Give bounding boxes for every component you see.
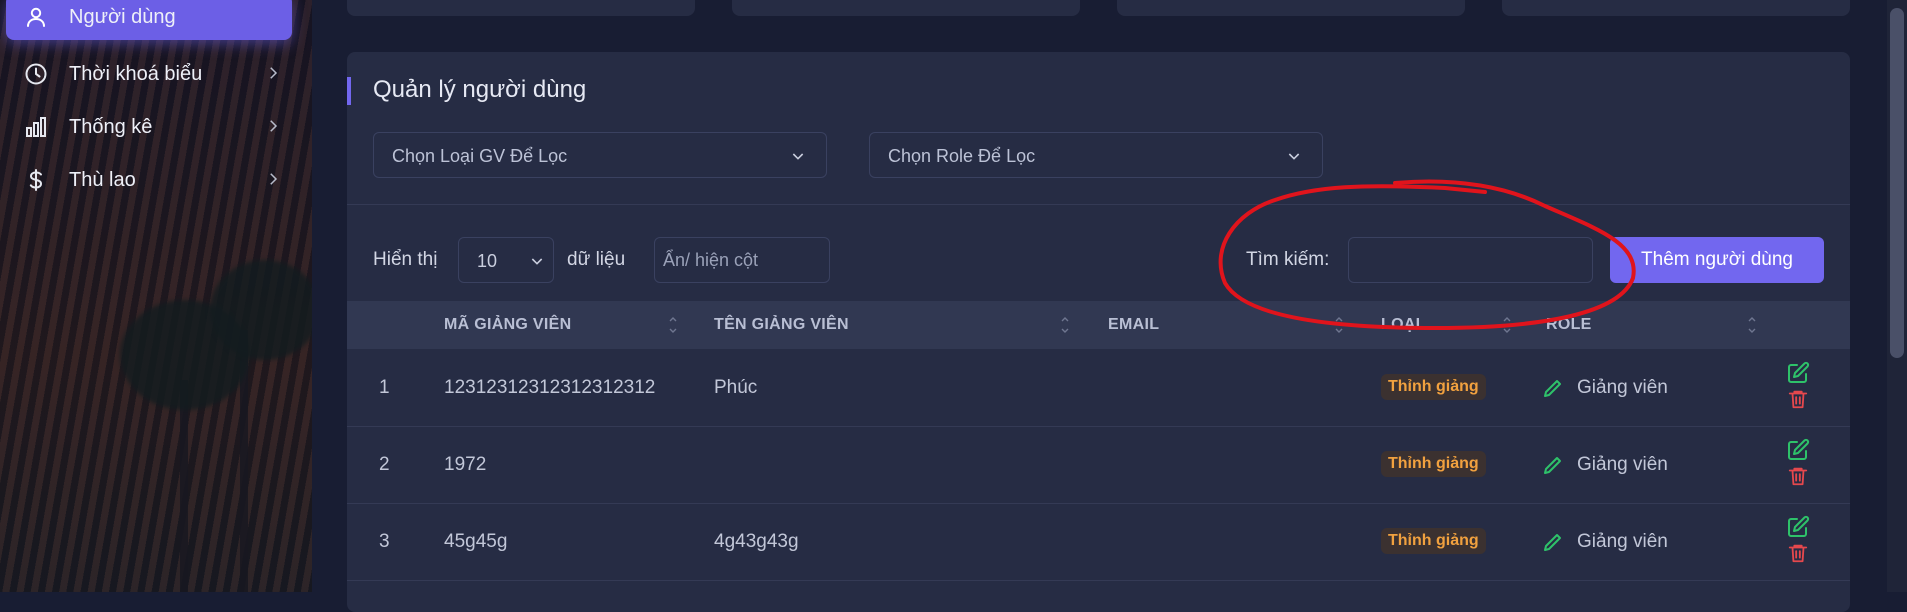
- chevron-down-icon: [1288, 153, 1300, 160]
- clock-icon: [25, 63, 47, 85]
- sidebar-item-schedule[interactable]: Thời khoá biểu: [6, 51, 292, 97]
- column-header-name[interactable]: TÊN GIẢNG VIÊN: [714, 316, 849, 334]
- table-row: 3 45g45g 4g43g43g Thỉnh giảng Giảng viên: [347, 503, 1850, 581]
- pencil-icon: [1544, 457, 1561, 474]
- sidebar-item-label: Người dùng: [69, 5, 176, 28]
- trash-icon[interactable]: [1787, 541, 1809, 565]
- row-index: 2: [379, 454, 390, 475]
- divider: [347, 204, 1850, 205]
- column-toggle-button[interactable]: Ẩn/ hiện cột: [654, 237, 830, 283]
- stat-card: [1117, 0, 1465, 16]
- role-filter-placeholder: Chọn Role Để Lọc: [888, 146, 1036, 166]
- table-row: 1 12312312312312312312 Phúc Thỉnh giảng …: [347, 349, 1850, 427]
- sidebar-item-label: Thời khoá biểu: [69, 62, 203, 85]
- sidebar-item-label: Thống kê: [69, 115, 153, 138]
- stat-card: [732, 0, 1080, 16]
- table-header: MÃ GIẢNG VIÊN TÊN GIẢNG VIÊN EMAIL LOẠI …: [347, 301, 1850, 349]
- role-label: Giảng viên: [1577, 531, 1668, 552]
- sidebar-item-statistics[interactable]: Thống kê: [6, 104, 292, 150]
- type-badge: Thỉnh giảng: [1381, 528, 1486, 554]
- show-label: Hiển thị: [373, 249, 438, 270]
- sort-icon[interactable]: [1334, 313, 1344, 337]
- user-management-panel: Quản lý người dùng Chọn Loại GV Để Lọc C…: [347, 52, 1850, 612]
- chevron-down-icon: [792, 153, 804, 160]
- sidebar-item-salary[interactable]: Thù lao: [6, 157, 292, 203]
- page-scrollbar[interactable]: [1887, 0, 1907, 592]
- edit-icon[interactable]: [1786, 515, 1810, 539]
- page-size-select[interactable]: 10: [458, 237, 554, 283]
- stat-card: [347, 0, 695, 16]
- chevron-right-icon: [270, 173, 278, 185]
- search-input[interactable]: [1348, 237, 1593, 283]
- dollar-icon: [29, 169, 43, 191]
- row-index: 3: [379, 531, 390, 552]
- pencil-icon: [1544, 534, 1561, 551]
- teacher-code: 12312312312312312312: [444, 377, 656, 398]
- bar-chart-icon: [26, 117, 46, 137]
- column-header-email[interactable]: EMAIL: [1108, 316, 1159, 334]
- column-header-type[interactable]: LOẠI: [1381, 316, 1420, 334]
- sort-icon[interactable]: [668, 313, 678, 337]
- sidebar-item-users[interactable]: Người dùng: [6, 0, 292, 40]
- edit-icon[interactable]: [1786, 361, 1810, 385]
- page-title: Quản lý người dùng: [373, 76, 587, 103]
- teacher-code: 45g45g: [444, 531, 508, 552]
- title-accent-bar: [347, 77, 351, 105]
- teacher-name: 4g43g43g: [714, 531, 799, 552]
- column-toggle-label: Ẩn/ hiện cột: [663, 250, 759, 270]
- edit-icon[interactable]: [1786, 438, 1810, 462]
- user-icon: [27, 7, 45, 27]
- column-header-code[interactable]: MÃ GIẢNG VIÊN: [444, 316, 571, 334]
- role-label: Giảng viên: [1577, 377, 1668, 398]
- role-label: Giảng viên: [1577, 454, 1668, 475]
- sort-icon[interactable]: [1502, 313, 1512, 337]
- data-label: dữ liệu: [567, 249, 626, 270]
- teacher-name: Phúc: [714, 377, 758, 398]
- table-row: 2 1972 Thỉnh giảng Giảng viên: [347, 426, 1850, 504]
- trash-icon[interactable]: [1787, 387, 1809, 411]
- sort-icon[interactable]: [1747, 313, 1757, 337]
- stat-card: [1502, 0, 1850, 16]
- scrollbar-thumb[interactable]: [1890, 8, 1904, 358]
- chevron-right-icon: [270, 120, 278, 132]
- teacher-type-filter-placeholder: Chọn Loại GV Để Lọc: [392, 146, 568, 166]
- teacher-type-filter-select[interactable]: Chọn Loại GV Để Lọc: [373, 132, 827, 178]
- row-index: 1: [379, 377, 390, 398]
- type-badge: Thỉnh giảng: [1381, 451, 1486, 477]
- chevron-down-icon: [531, 258, 543, 265]
- search-label: Tìm kiếm:: [1246, 249, 1330, 270]
- page-size-value: 10: [477, 251, 498, 271]
- sort-icon[interactable]: [1060, 313, 1070, 337]
- sidebar: Người dùng Thời khoá biểu Thống kê Thù l…: [0, 0, 312, 592]
- add-user-button[interactable]: Thêm người dùng: [1610, 237, 1824, 283]
- chevron-right-icon: [270, 67, 278, 79]
- sidebar-item-label: Thù lao: [69, 168, 136, 191]
- teacher-code: 1972: [444, 454, 487, 475]
- pencil-icon: [1544, 380, 1561, 397]
- type-badge: Thỉnh giảng: [1381, 374, 1486, 400]
- role-filter-select[interactable]: Chọn Role Để Lọc: [869, 132, 1323, 178]
- column-header-role[interactable]: ROLE: [1546, 316, 1592, 334]
- trash-icon[interactable]: [1787, 464, 1809, 488]
